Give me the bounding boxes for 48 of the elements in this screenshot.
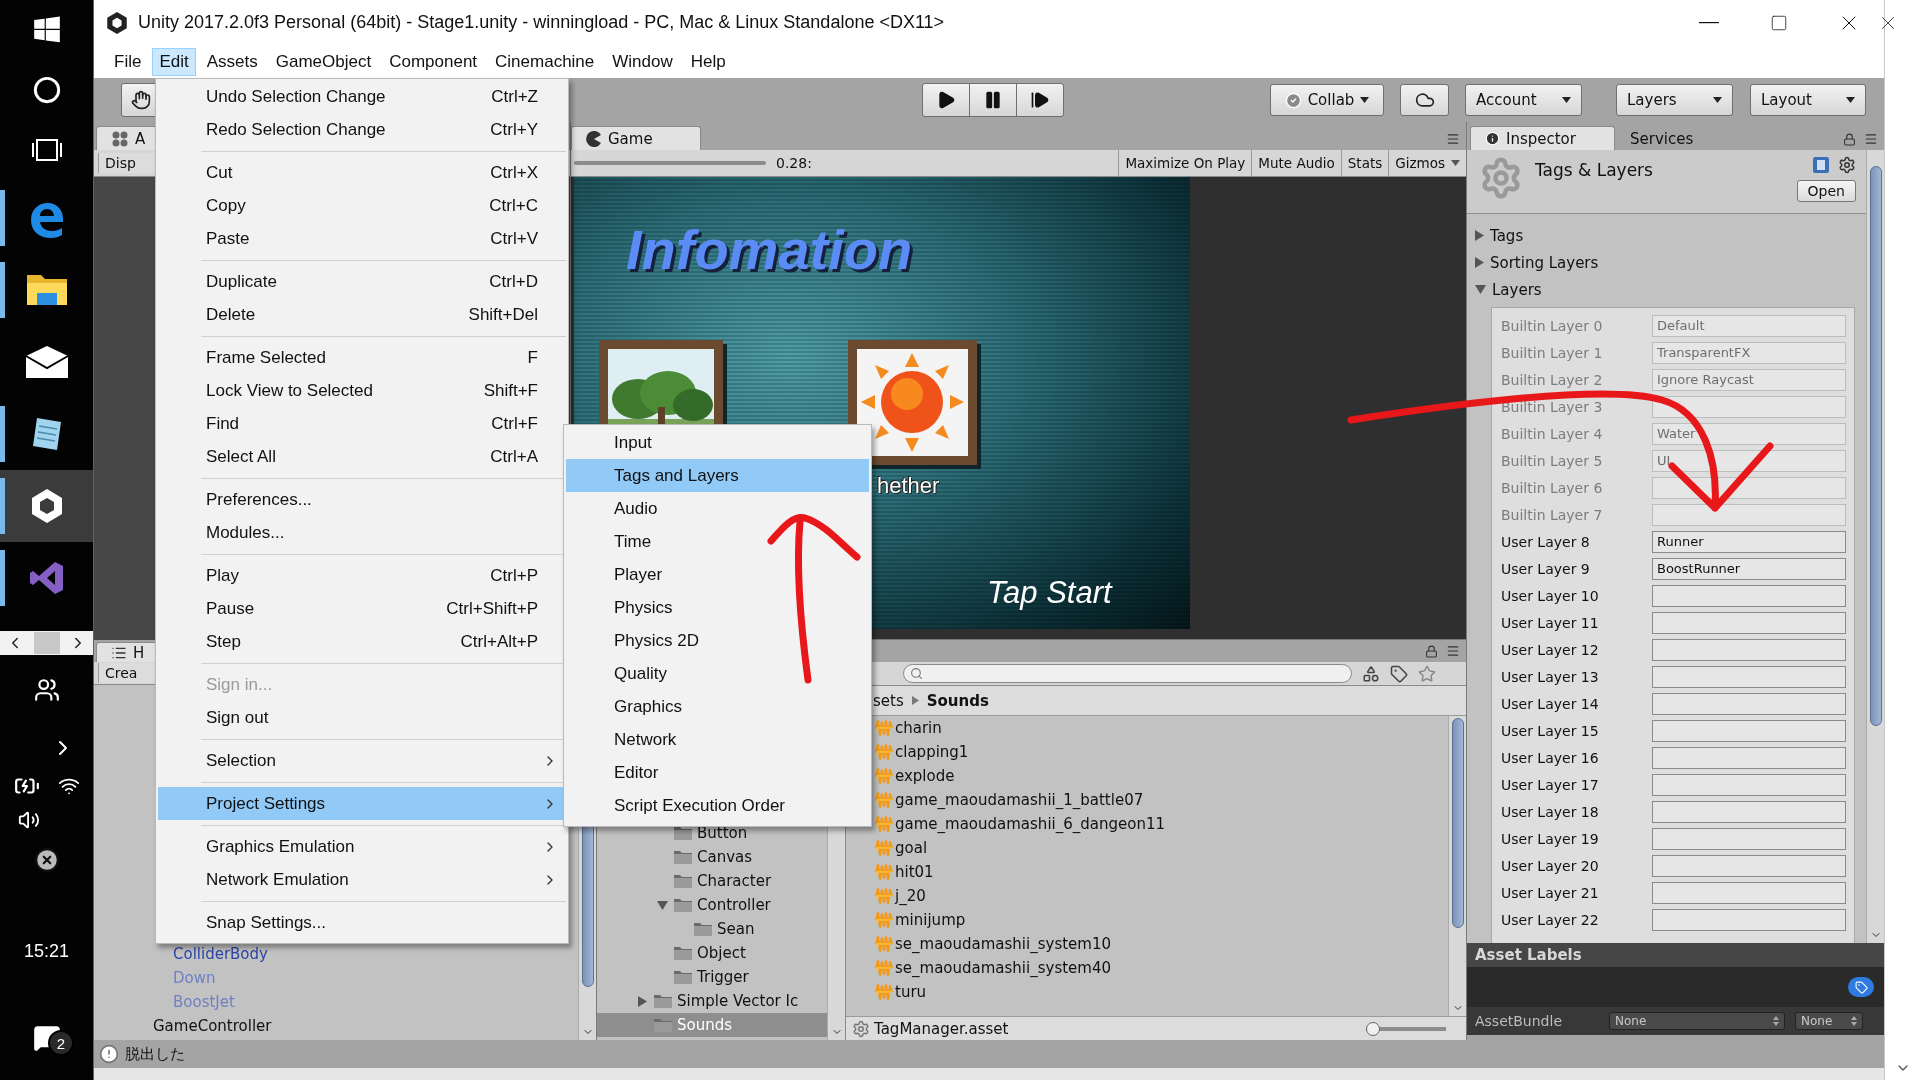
game-caption: hether	[877, 473, 940, 499]
layer-label: User Layer 13	[1501, 668, 1600, 685]
selected-asset-name: TagManager.asset	[874, 1019, 1010, 1038]
layer-label: User Layer 9	[1501, 560, 1591, 577]
layer-label: User Layer 20	[1501, 857, 1600, 874]
shortcut-text: Ctrl+F	[491, 413, 538, 434]
shortcut-text: Ctrl+C	[489, 195, 538, 216]
layer-label: User Layer 22	[1501, 911, 1600, 928]
start-prompt: Tap Start	[987, 575, 1112, 611]
layer-label: Builtin Layer 0	[1501, 317, 1604, 334]
layer-label: User Layer 10	[1501, 587, 1600, 604]
layer-label: User Layer 19	[1501, 830, 1600, 847]
shortcut-text: Shift+F	[483, 380, 538, 401]
layer-label: User Layer 17	[1501, 776, 1600, 793]
layer-label: User Layer 21	[1501, 884, 1600, 901]
layer-label: User Layer 18	[1501, 803, 1600, 820]
layer-label: User Layer 8	[1501, 533, 1591, 550]
layer-label: Builtin Layer 4	[1501, 425, 1604, 442]
window-title: Unity 2017.2.0f3 Personal (64bit) - Stage1.unity - winningload - PC, Mac & Linux Standalone <DX11>	[138, 12, 946, 33]
inspector-title: Tags & Layers	[1535, 159, 1654, 182]
layer-label: User Layer 14	[1501, 695, 1600, 712]
shortcut-text: Shift+Del	[468, 304, 538, 325]
asset-bundle-label: AssetBundle	[1475, 1013, 1563, 1029]
layer-label: Builtin Layer 3	[1501, 398, 1604, 415]
shortcut-text: Ctrl+Y	[490, 119, 538, 140]
shortcut-text: F	[527, 347, 538, 368]
shortcut-text: Ctrl+A	[490, 446, 538, 467]
layer-label: Builtin Layer 1	[1501, 344, 1604, 361]
layer-label: User Layer 11	[1501, 614, 1600, 631]
layer-label: User Layer 15	[1501, 722, 1600, 739]
layer-label: User Layer 16	[1501, 749, 1600, 766]
shortcut-text: Ctrl+V	[490, 228, 538, 249]
layer-label: Builtin Layer 5	[1501, 452, 1604, 469]
asset-labels-header: Asset Labels	[1467, 943, 1884, 967]
scale-text: 0.28:	[776, 155, 813, 171]
layer-label: User Layer 12	[1501, 641, 1600, 658]
shortcut-text: Ctrl+P	[490, 565, 538, 586]
shortcut-text: Ctrl+Shift+P	[446, 598, 538, 619]
shortcut-text: Ctrl+Alt+P	[460, 631, 538, 652]
shortcut-text: Ctrl+X	[490, 162, 538, 183]
shortcut-text: Ctrl+Z	[491, 86, 538, 107]
layer-label: Builtin Layer 6	[1501, 479, 1604, 496]
shortcut-text: Ctrl+D	[489, 271, 538, 292]
layer-label: Builtin Layer 7	[1501, 506, 1604, 523]
status-message: 脱出した	[125, 1044, 185, 1064]
layer-label: Builtin Layer 2	[1501, 371, 1604, 388]
game-title: Infomation	[626, 217, 913, 282]
notification-badge: 2	[48, 1030, 74, 1056]
